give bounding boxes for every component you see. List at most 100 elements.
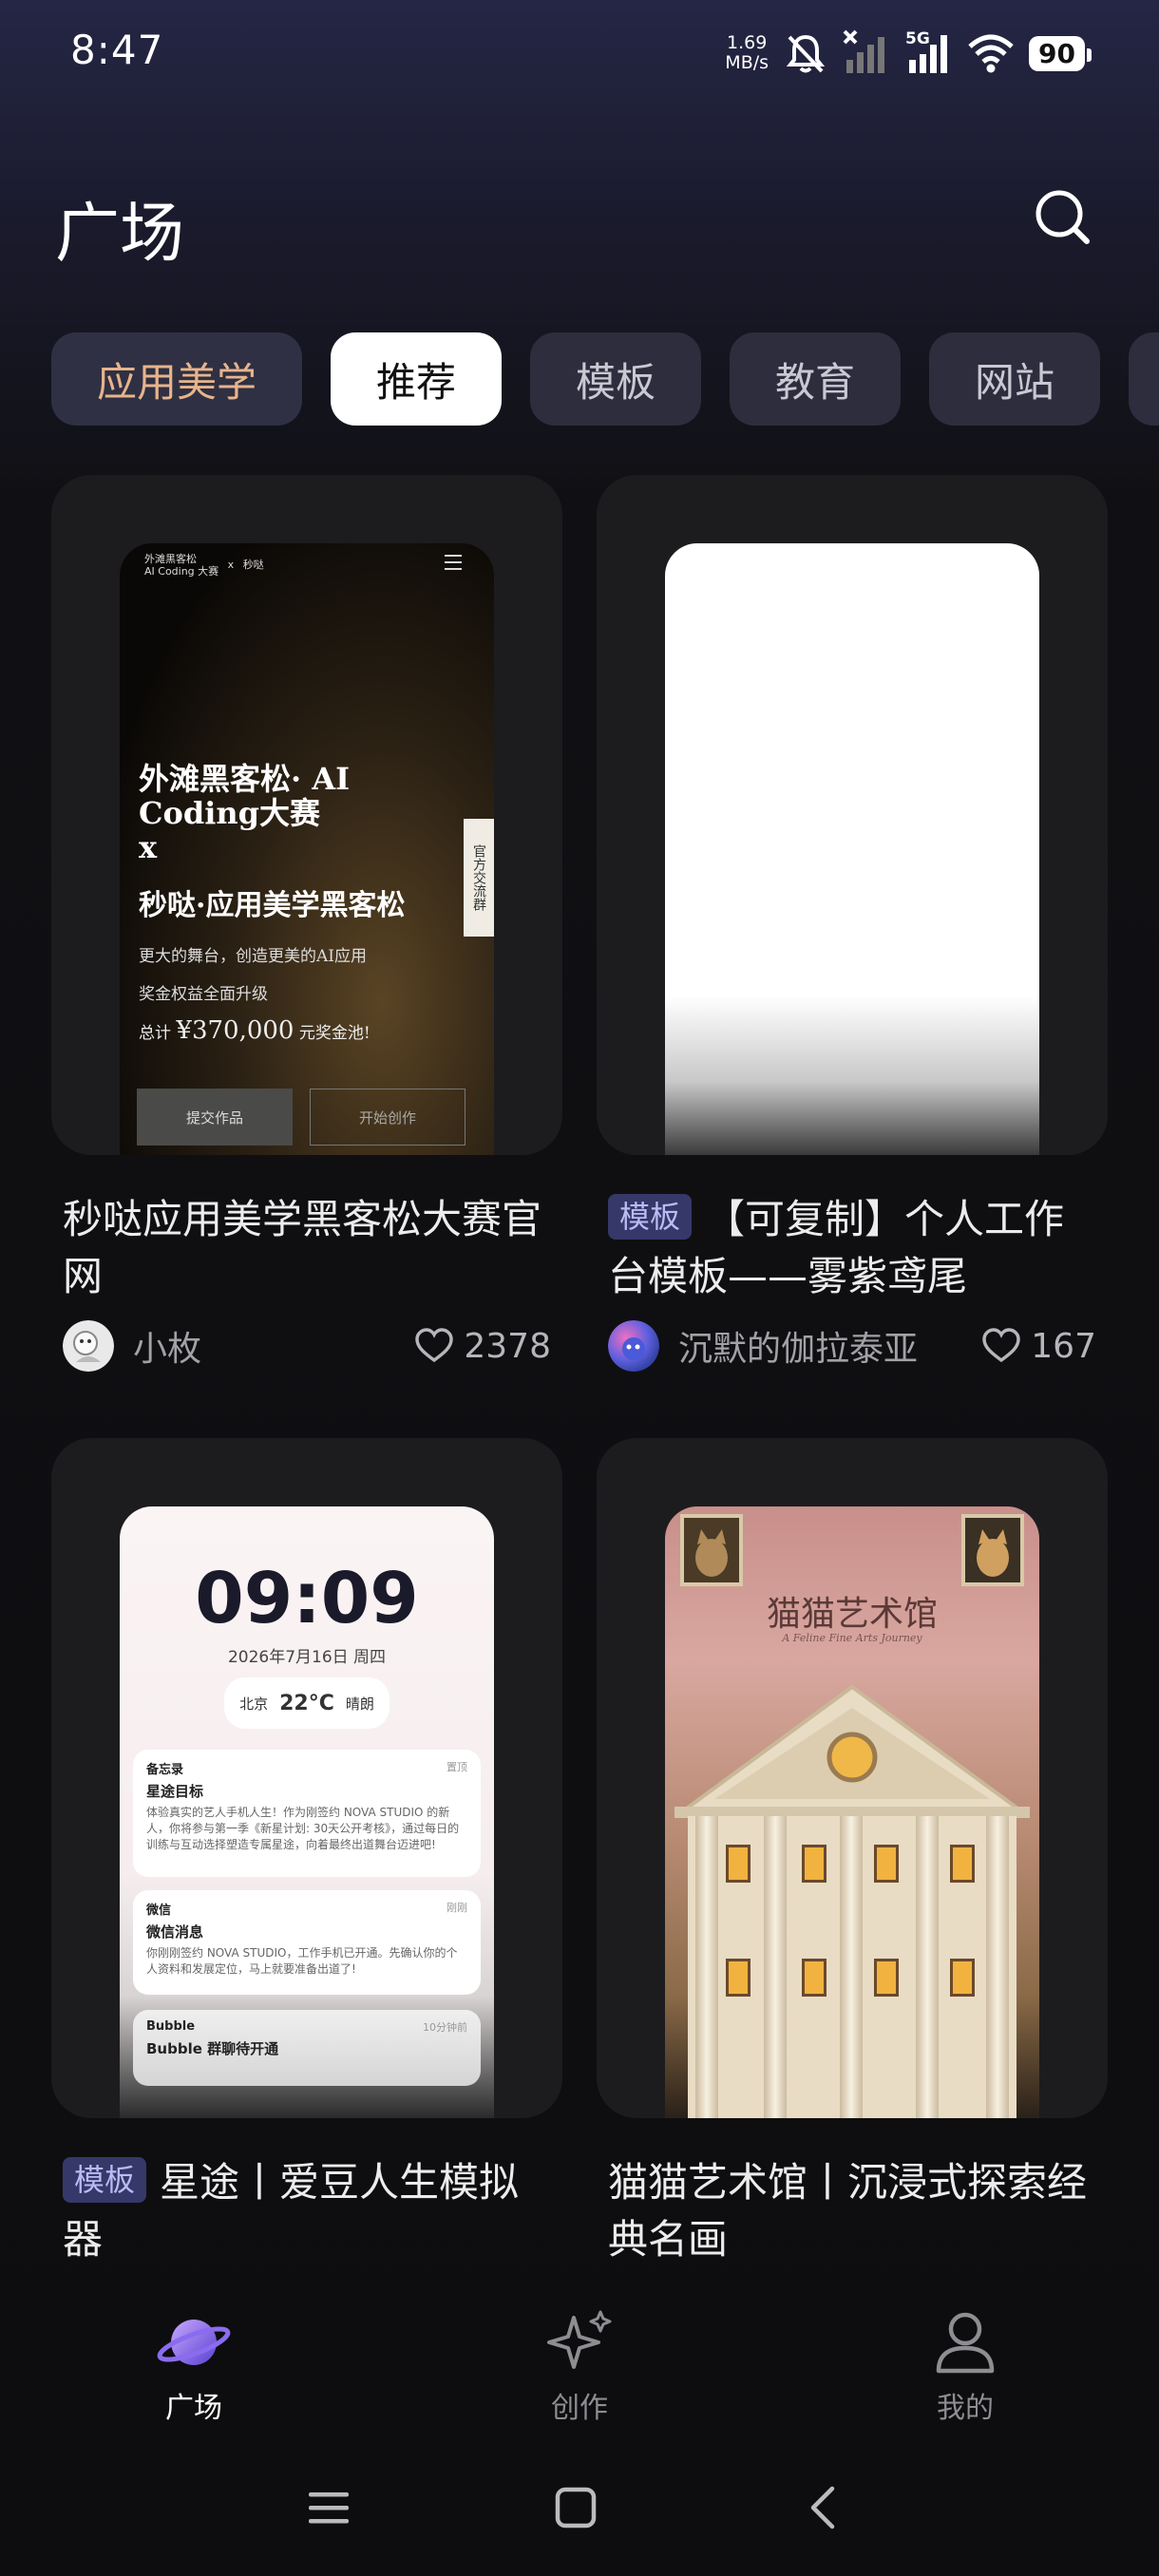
tab-websites[interactable]: 网站 [929, 332, 1100, 426]
tab-more-partial[interactable] [1129, 332, 1159, 426]
preview-city: 北京 [239, 1695, 269, 1713]
museum-facade [688, 1816, 1016, 2118]
note-title: Bubble 群聊待开通 [146, 2040, 279, 2057]
status-time: 8:47 [70, 27, 164, 73]
preview-prize-total: 总计 ¥370,000 元奖金池! [139, 1016, 370, 1045]
tab-app-aesthetics[interactable]: 应用美学 [51, 332, 302, 426]
note-time: 10分钟前 [423, 2021, 467, 2034]
net-speed-value: 1.69 [727, 32, 768, 53]
window [950, 1845, 975, 1883]
card-title-text: 秒哒应用美学黑客松大赛官网 [63, 1196, 542, 1299]
tab-recommended[interactable]: 推荐 [331, 332, 502, 426]
preview-line-2: 奖金权益全面升级 [139, 985, 268, 1004]
note-body: 你刚刚签约 NOVA STUDIO，工作手机已开通。先确认你的个人资料和发展定位… [146, 1946, 458, 1976]
heart-icon [415, 1328, 454, 1363]
card-title[interactable]: 秒哒应用美学黑客松大赛官网 [51, 1191, 562, 1305]
preview-subheadline: 秒哒·应用美学黑客松 [139, 889, 406, 922]
preview-total-amount: ¥370,000 [176, 1016, 294, 1045]
card-thumbnail[interactable]: 外滩黑客松 AI Coding 大赛 x 秒哒 外滩黑客松· AI Coding… [51, 475, 562, 1155]
tab-templates[interactable]: 模板 [530, 332, 701, 426]
preview-date: 2026年7月16日 周四 [227, 1648, 387, 1667]
cat-portrait-icon [965, 1518, 1020, 1582]
note-time: 置顶 [446, 1761, 467, 1773]
app-card[interactable]: 模板 【可复制】个人工作台模板——雾紫鸢尾 沉默的伽拉泰亚 167 [597, 475, 1108, 1373]
card-title[interactable]: 猫猫艺术馆丨沉浸式探索经典名画 [597, 2154, 1108, 2268]
like-button[interactable]: 2378 [414, 1327, 551, 1366]
card-thumbnail[interactable]: 猫猫艺术馆 A Feline Fine Arts Journey [597, 1438, 1108, 2118]
note-app: 微信 [146, 1904, 172, 1918]
window [802, 1845, 826, 1883]
card-meta: 小枚 2378 [51, 1318, 562, 1373]
cat-portrait-right [961, 1514, 1024, 1586]
nav-create[interactable]: 创作 [484, 2308, 674, 2426]
author-name[interactable]: 小枚 [133, 1321, 414, 1371]
card-title-text: 猫猫艺术馆丨沉浸式探索经典名画 [608, 2159, 1088, 2263]
note-title: 微信消息 [146, 1923, 204, 1941]
net-speed: 1.69 MB/s [725, 33, 769, 73]
window [874, 1959, 899, 1997]
preview-note-card: Bubble 10分钟前 Bubble 群聊待开通 [133, 2010, 481, 2086]
preview-note-card: 微信 刚刚 微信消息 你刚刚签约 NOVA STUDIO，工作手机已开通。先确认你… [133, 1890, 481, 1995]
column [840, 1816, 863, 2118]
preview-temp: 22°C [279, 1691, 334, 1715]
sparkle-icon [547, 2310, 612, 2369]
card-thumbnail[interactable]: 09:09 2026年7月16日 周四 北京 22°C 晴朗 备忘录 置顶 星途目… [51, 1438, 562, 2118]
net-speed-unit: MB/s [725, 52, 770, 73]
signal-sim2-icon [909, 35, 948, 73]
window [802, 1959, 826, 1997]
planet-icon [157, 2320, 231, 2365]
card-title[interactable]: 模板 【可复制】个人工作台模板——雾紫鸢尾 [597, 1191, 1108, 1305]
heart-icon [982, 1328, 1021, 1363]
template-preview [665, 543, 1039, 1155]
system-back-button[interactable] [785, 2470, 861, 2546]
back-chevron-icon [810, 2486, 835, 2529]
author-name[interactable]: 沉默的伽拉泰亚 [678, 1321, 981, 1371]
preview-total-suffix: 元奖金池! [298, 1024, 370, 1043]
hamburger-icon [445, 555, 462, 575]
like-count: 2378 [464, 1326, 551, 1366]
preview-line-1: 更大的舞台，创造更美的AI应用 [139, 947, 367, 966]
status-bar: 8:47 1.69 MB/s 5G 90 [0, 0, 1159, 104]
preview-header: 外滩黑客松 AI Coding 大赛 x 秒哒 [144, 553, 264, 578]
template-tag: 模板 [63, 2157, 147, 2203]
nav-label: 我的 [937, 2392, 994, 2425]
cat-portrait-left [680, 1514, 743, 1586]
column [986, 1816, 1009, 2118]
card-thumbnail[interactable] [597, 475, 1108, 1155]
app-card[interactable]: 09:09 2026年7月16日 周四 北京 22°C 晴朗 备忘录 置顶 星途目… [51, 1438, 562, 2268]
column [764, 1816, 787, 2118]
column [916, 1816, 939, 2118]
cat-portrait-icon [684, 1518, 739, 1582]
signal-sim1-icon [843, 29, 885, 73]
card-title[interactable]: 模板 星途丨爱豆人生模拟器 [51, 2154, 562, 2268]
preview-brand: 秒哒 [242, 559, 264, 571]
card-meta: 沉默的伽拉泰亚 167 [597, 1318, 1108, 1373]
tab-education[interactable]: 教育 [730, 332, 901, 426]
mute-icon [786, 34, 826, 73]
battery-indicator: 90 [1029, 35, 1092, 71]
column [695, 1816, 718, 2118]
app-card[interactable]: 猫猫艺术馆 A Feline Fine Arts Journey 猫猫艺术馆丨沉… [597, 1438, 1108, 2268]
search-button[interactable] [1028, 182, 1096, 251]
preview-event-name: 外滩黑客松 AI Coding 大赛 [144, 553, 219, 578]
preview-headline: 外滩黑客松· AI Coding大赛 x [139, 762, 424, 864]
signal-sim2: 5G [903, 29, 953, 77]
search-icon [1036, 190, 1090, 244]
like-button[interactable]: 167 [981, 1327, 1096, 1366]
nav-me[interactable]: 我的 [870, 2308, 1060, 2426]
window [950, 1959, 975, 1997]
plaza-screen: 8:47 1.69 MB/s 5G 90 广场 应用美学 推荐 模板 教育 网站… [0, 0, 1159, 2576]
note-title: 星途目标 [146, 1783, 204, 1800]
avatar[interactable] [608, 1320, 659, 1372]
system-home-button[interactable] [538, 2470, 614, 2546]
home-square-icon [555, 2487, 597, 2529]
category-tabs: 应用美学 推荐 模板 教育 网站 [51, 332, 1159, 426]
like-count: 167 [1031, 1326, 1096, 1366]
nav-plaza[interactable]: 广场 [99, 2308, 289, 2426]
page-title: 广场 [55, 197, 185, 272]
avatar[interactable] [63, 1320, 114, 1372]
museum-pediment [674, 1684, 1030, 1818]
system-menu-button[interactable] [291, 2470, 367, 2546]
preview-side-label: 官方交流群 [464, 819, 494, 937]
app-card[interactable]: 外滩黑客松 AI Coding 大赛 x 秒哒 外滩黑客松· AI Coding… [51, 475, 562, 1373]
